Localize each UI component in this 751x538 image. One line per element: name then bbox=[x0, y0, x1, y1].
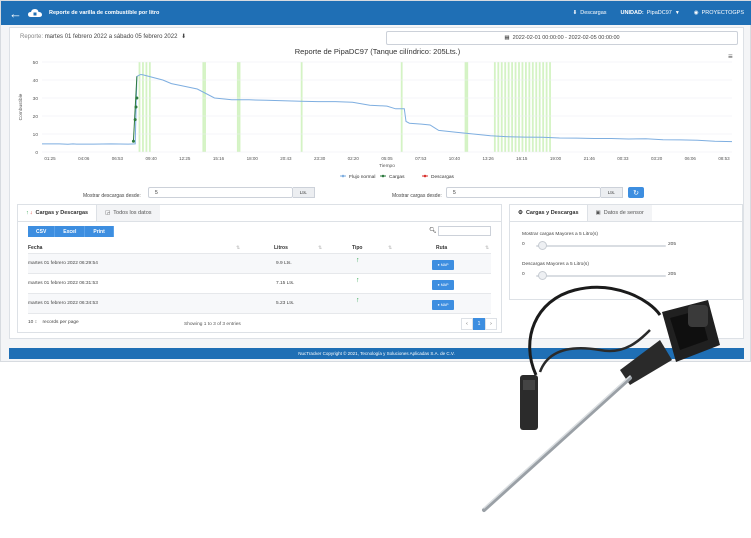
fuel-sensor-photo bbox=[482, 285, 720, 512]
